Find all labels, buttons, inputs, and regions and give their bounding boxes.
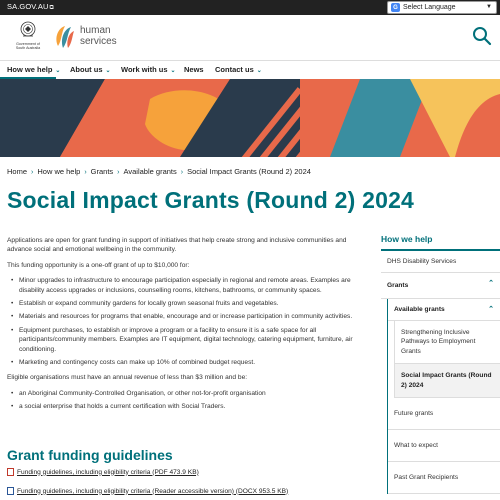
sidebar-item-grants[interactable]: Grants ⌃	[381, 273, 500, 299]
sidebar-item-future-grants[interactable]: Future grants	[388, 398, 500, 431]
sidebar-item-inclusive-pathways[interactable]: Strengthening Inclusive Pathways to Empl…	[395, 321, 500, 365]
nav-work-with-us[interactable]: Work with us ⌄	[121, 65, 176, 74]
list-item: Establish or expand community gardens fo…	[7, 299, 367, 309]
pdf-file-icon	[7, 468, 14, 476]
sidebar-title: How we help	[381, 234, 433, 244]
intro-paragraph: Applications are open for grant funding …	[7, 237, 347, 254]
chevron-down-icon: ⌄	[256, 68, 262, 74]
list-item: an Aboriginal Community-Controlled Organ…	[7, 389, 367, 399]
list-item: Minor upgrades to infrastructure to enco…	[7, 276, 367, 295]
chevron-right-icon: ›	[31, 169, 34, 176]
sidebar-item-disability-services[interactable]: DHS Disability Services	[381, 251, 500, 273]
sidebar-item-what-to-expect[interactable]: What to expect	[388, 430, 500, 463]
download-docx: Funding guidelines, including eligibilit…	[7, 487, 288, 495]
breadcrumb-how-we-help[interactable]: How we help	[37, 167, 80, 176]
breadcrumb-current: Social Impact Grants (Round 2) 2024	[187, 167, 311, 176]
funding-list: Minor upgrades to infrastructure to enco…	[7, 276, 367, 368]
list-item: a social enterprise that holds a current…	[7, 402, 367, 412]
page-title: Social Impact Grants (Round 2) 2024	[7, 187, 415, 213]
sidebar-item-social-impact-current[interactable]: Social Impact Grants (Round 2) 2024	[395, 364, 500, 399]
download-pdf-link[interactable]: Funding guidelines, including eligibilit…	[17, 469, 199, 476]
chevron-down-icon: ⌄	[55, 68, 61, 74]
search-icon[interactable]	[472, 26, 492, 46]
breadcrumb-available-grants[interactable]: Available grants	[124, 167, 177, 176]
eligibility-intro: Eligible organisations must have an annu…	[7, 374, 248, 382]
government-crest-logo[interactable]: Government of South Australia	[13, 19, 43, 56]
sidebar-grants-submenu: Available grants ⌃ Strengthening Inclusiv…	[387, 299, 500, 495]
sidebar-item-past-recipients[interactable]: Past Grant Recipients	[388, 462, 500, 495]
breadcrumb-grants[interactable]: Grants	[91, 167, 114, 176]
top-bar: SA.GOV.AU⧉ G Select Language ▼	[0, 0, 500, 15]
nav-about-us[interactable]: About us ⌄	[70, 65, 111, 74]
chevron-down-icon: ▼	[486, 4, 492, 10]
chevron-down-icon: ⌄	[170, 68, 176, 74]
sidebar-available-submenu: Strengthening Inclusive Pathways to Empl…	[394, 321, 500, 399]
main-content: Applications are open for grant funding …	[7, 236, 367, 418]
crest-icon	[20, 21, 36, 37]
list-item: Equipment purchases, to establish or imp…	[7, 326, 367, 354]
main-nav: How we help ⌄ About us ⌄ Work with us ⌄ New…	[0, 60, 500, 79]
list-item: Materials and resources for programs tha…	[7, 312, 367, 322]
gov-link[interactable]: SA.GOV.AU⧉	[7, 2, 54, 12]
google-translate-icon: G	[391, 3, 400, 12]
crest-text: Government of South Australia	[15, 42, 41, 50]
funding-note: This funding opportunity is a one-off gr…	[7, 261, 190, 269]
chevron-right-icon: ›	[117, 169, 120, 176]
eligibility-list: an Aboriginal Community-Controlled Organ…	[7, 389, 367, 412]
chevron-up-icon: ⌃	[488, 306, 494, 313]
breadcrumb: Home › How we help › Grants › Available grants…	[7, 167, 311, 176]
breadcrumb-home[interactable]: Home	[7, 167, 27, 176]
download-docx-link[interactable]: Funding guidelines, including eligibilit…	[17, 488, 288, 495]
language-select[interactable]: G Select Language ▼	[387, 1, 497, 14]
external-link-icon: ⧉	[49, 5, 54, 11]
site-header: Government of South Australia human serv…	[0, 15, 500, 60]
language-select-label: Select Language	[403, 4, 456, 11]
brand-name: human services	[80, 25, 117, 47]
list-item: Marketing and contingency costs can make…	[7, 358, 367, 368]
nav-news[interactable]: News	[184, 65, 204, 74]
nav-how-we-help[interactable]: How we help ⌄	[7, 65, 60, 74]
human-services-logo-icon[interactable]	[54, 24, 76, 50]
chevron-right-icon: ›	[84, 169, 87, 176]
docx-file-icon	[7, 487, 14, 495]
hero-banner	[0, 79, 500, 157]
sidebar-nav: DHS Disability Services Grants ⌃ Availabl…	[381, 249, 500, 495]
chevron-down-icon: ⌄	[105, 68, 111, 74]
sidebar-item-available-grants[interactable]: Available grants ⌃	[388, 299, 500, 321]
chevron-up-icon: ⌃	[488, 280, 494, 287]
chevron-right-icon: ›	[180, 169, 184, 176]
nav-contact-us[interactable]: Contact us ⌄	[215, 65, 262, 74]
guidelines-heading: Grant funding guidelines	[7, 447, 173, 463]
download-pdf: Funding guidelines, including eligibilit…	[7, 468, 199, 476]
